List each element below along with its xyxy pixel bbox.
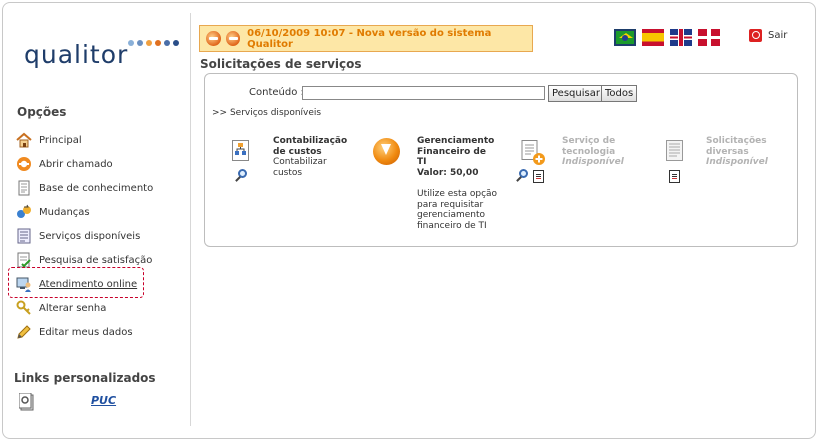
flag-uk-icon[interactable]: [670, 29, 692, 46]
logo-dot: [137, 40, 143, 46]
service-description: gerenciamento: [417, 210, 486, 220]
service-title-line: diversas: [706, 146, 749, 157]
content-label: Conteúdo :: [249, 87, 304, 98]
form-icon[interactable]: [669, 170, 680, 183]
alert-icon: [206, 31, 221, 46]
service-description: custos: [273, 167, 303, 178]
key-icon: [16, 300, 32, 316]
service-description: para requisitar: [417, 199, 484, 210]
service-title: Contabilização de custos: [273, 136, 347, 157]
service-item: Solicitações diversas Indisponível: [706, 136, 768, 168]
sidebar-divider: [190, 13, 191, 426]
logo-dot: [173, 40, 179, 46]
service-description: Utilize esta opção: [417, 189, 498, 199]
sidebar-menu: Principal Abrir chamado Base de conhecim…: [16, 128, 153, 344]
service-title-line: de custos: [273, 146, 322, 157]
logo-dot: [128, 40, 134, 46]
pencil-icon: [16, 324, 32, 340]
power-icon[interactable]: [749, 29, 762, 42]
service-title-line: Financeiro de: [417, 146, 486, 157]
news-banner[interactable]: 06/10/2009 10:07 - Nova versão do sistem…: [199, 25, 533, 52]
service-description: financeiro de TI: [417, 220, 487, 231]
sidebar-item-label: Serviços disponíveis: [39, 230, 141, 242]
page-title: Solicitações de serviços: [200, 57, 362, 71]
sidebar-item-label: Editar meus dados: [39, 326, 133, 338]
all-button[interactable]: Todos: [601, 85, 638, 102]
sidebar-item-label: Principal: [39, 134, 82, 146]
logo-dot: [155, 40, 161, 46]
service-title: Solicitações diversas: [706, 136, 768, 157]
service-title-line: Serviço de: [562, 136, 616, 146]
sidebar-item-label: Pesquisa de satisfação: [39, 254, 153, 266]
content-search-input[interactable]: [302, 86, 545, 100]
available-services-label: >> Serviços disponíveis: [212, 108, 322, 118]
sidebar-item-base-conhecimento[interactable]: Base de conhecimento: [16, 176, 153, 200]
sidebar-item-label: Alterar senha: [39, 302, 107, 314]
service-title-line: Solicitações: [706, 136, 767, 146]
service-title-line: Contabilização: [273, 136, 348, 146]
puc-link[interactable]: PUC: [91, 394, 116, 407]
sidebar-item-label: Abrir chamado: [39, 158, 113, 170]
service-title: Gerenciamento Financeiro de TI Valor: 50…: [417, 136, 497, 178]
alert-icon: [225, 31, 241, 46]
sidebar-item-mudancas[interactable]: Mudanças: [16, 200, 153, 224]
flag-spain-icon[interactable]: [642, 29, 664, 46]
service-price: Valor: 50,00: [417, 167, 479, 178]
service-item[interactable]: Gerenciamento Financeiro de TI Valor: 50…: [417, 136, 497, 231]
sidebar-item-principal[interactable]: Principal: [16, 128, 153, 152]
list-icon: [16, 228, 32, 244]
sidebar-item-editar-dados[interactable]: Editar meus dados: [16, 320, 153, 344]
logo-dot: [164, 40, 170, 46]
service-status: Indisponível: [562, 157, 624, 167]
flag-basque-icon[interactable]: [698, 29, 720, 46]
service-title-line: TI: [417, 157, 427, 167]
logo-dot: [146, 40, 152, 46]
service-item: Serviço de tecnologia Indisponível: [562, 136, 624, 168]
sidebar-item-servicos-disponiveis[interactable]: Serviços disponíveis: [16, 224, 153, 248]
document-add-icon[interactable]: [520, 140, 546, 170]
home-icon: [16, 132, 32, 148]
service-title-line: tecnologia: [562, 146, 616, 157]
logo-dots: [128, 40, 192, 48]
change-icon: [16, 204, 32, 220]
flag-brazil-icon[interactable]: [614, 29, 636, 46]
links-title: Links personalizados: [14, 371, 156, 385]
form-icon[interactable]: [533, 170, 544, 183]
list-document-icon: [666, 140, 684, 166]
search-icon[interactable]: [235, 169, 249, 183]
flowchart-doc-icon[interactable]: [232, 140, 250, 166]
sidebar-item-label: Mudanças: [39, 206, 90, 218]
options-title: Opções: [17, 105, 67, 119]
search-icon[interactable]: [516, 169, 530, 183]
link-icon: [18, 392, 36, 411]
logo-text: qualitor: [24, 40, 129, 69]
survey-icon: [16, 252, 32, 268]
download-arrow-icon[interactable]: [373, 138, 400, 165]
banner-text: 06/10/2009 10:07 - Nova versão do sistem…: [247, 27, 492, 50]
qualitor-logo: qualitor: [24, 36, 179, 76]
service-description: Contabilizar: [273, 157, 327, 167]
service-item[interactable]: Contabilização de custos Contabilizar cu…: [273, 136, 347, 178]
sidebar-item-label: Base de conhecimento: [39, 182, 154, 194]
logout-link[interactable]: Sair: [768, 30, 787, 41]
search-button[interactable]: Pesquisar: [548, 85, 604, 102]
service-title-line: Gerenciamento: [417, 136, 495, 146]
highlight-box: [8, 267, 144, 298]
lifebuoy-icon: [16, 156, 32, 172]
service-title: Serviço de tecnologia: [562, 136, 624, 157]
document-icon: [16, 180, 32, 196]
sidebar-item-abrir-chamado[interactable]: Abrir chamado: [16, 152, 153, 176]
service-status: Indisponível: [706, 157, 768, 167]
sidebar-item-alterar-senha[interactable]: Alterar senha: [16, 296, 153, 320]
